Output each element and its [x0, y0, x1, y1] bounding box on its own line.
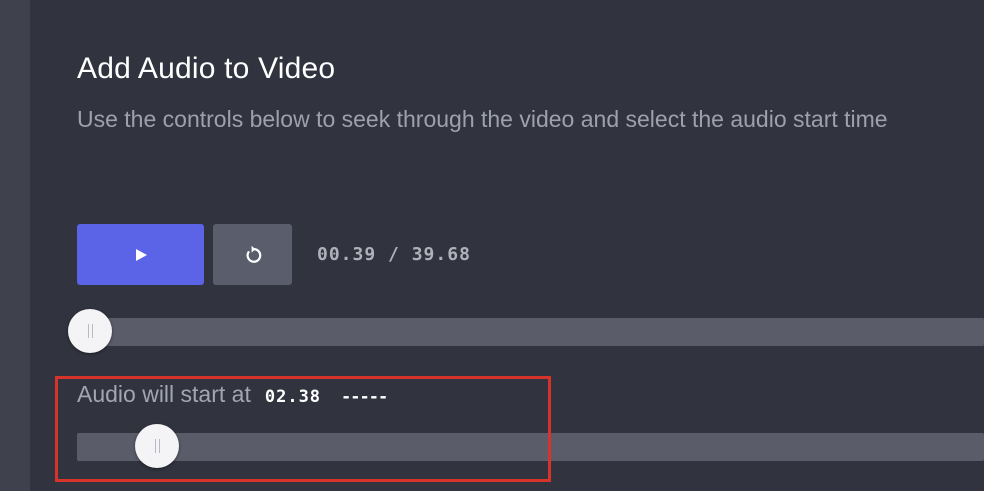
time-separator: / — [388, 244, 400, 265]
restart-icon — [246, 245, 261, 263]
audio-start-row: Audio will start at 02.38 ----- — [77, 381, 388, 408]
left-rail — [0, 0, 30, 491]
play-icon — [135, 248, 147, 261]
page-subtitle: Use the controls below to seek through t… — [77, 106, 888, 132]
page-title: Add Audio to Video — [77, 52, 336, 85]
audio-start-track[interactable] — [77, 433, 984, 461]
video-seek-track[interactable] — [77, 318, 984, 346]
grip-icon — [154, 439, 160, 453]
audio-start-handle[interactable] — [135, 424, 179, 468]
audio-start-dashes: ----- — [341, 387, 388, 407]
play-button[interactable] — [77, 224, 204, 285]
audio-start-value: 02.38 — [264, 387, 322, 407]
audio-start-label: Audio will start at — [77, 381, 251, 407]
restart-button[interactable] — [213, 224, 292, 285]
grip-icon — [87, 324, 93, 338]
video-seek-handle[interactable] — [68, 309, 112, 353]
current-time: 00.39 — [317, 244, 377, 265]
total-duration: 39.68 — [411, 244, 471, 265]
time-readout: 00.39 / 39.68 — [317, 244, 471, 265]
